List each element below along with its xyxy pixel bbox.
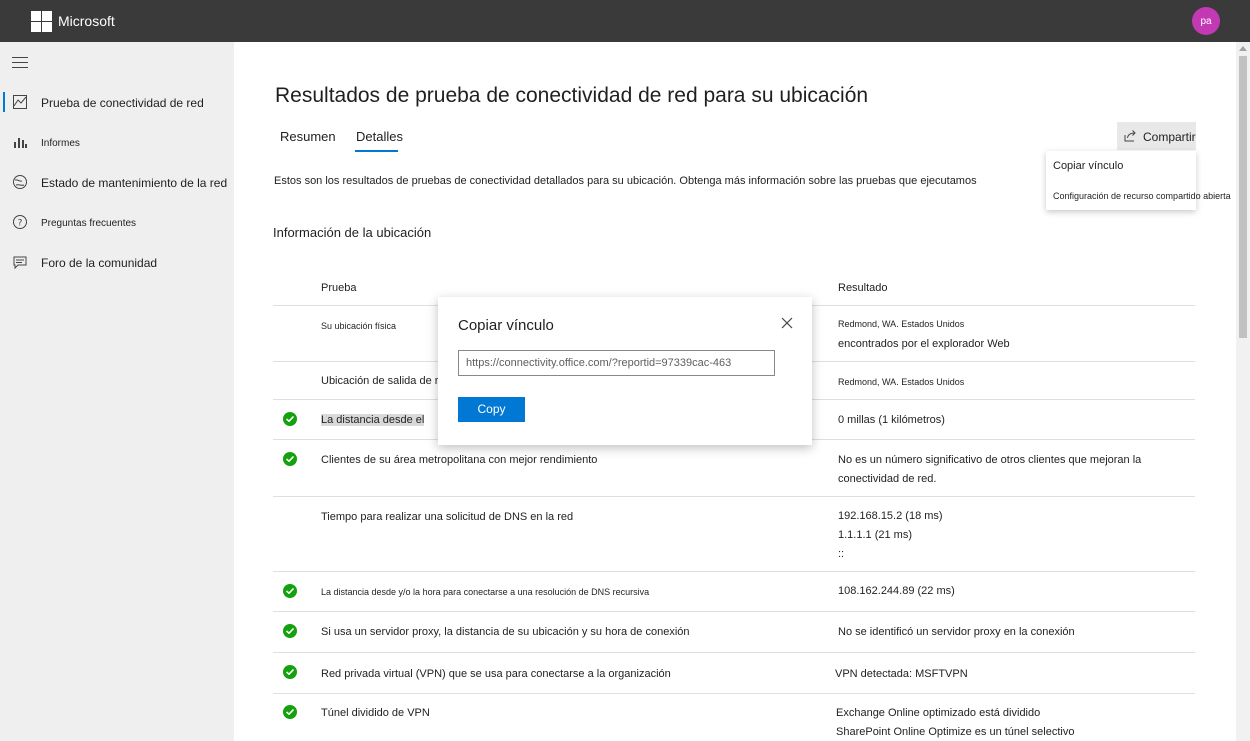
test-name: Clientes de su área metropolitana con me… — [321, 454, 598, 466]
active-tab-indicator — [355, 150, 398, 152]
hamburger-menu-icon[interactable] — [12, 57, 28, 69]
microsoft-logo[interactable] — [31, 11, 52, 32]
test-result: No es un número significativo de otros c… — [838, 454, 1141, 492]
row-divider — [273, 611, 1195, 612]
highlighted-text: La distancia desde el — [321, 414, 425, 426]
row-divider — [273, 496, 1195, 497]
close-icon[interactable] — [781, 317, 793, 329]
result-line: SharePoint Online Optimize es un túnel s… — [836, 726, 1075, 738]
checkmark-icon — [283, 452, 297, 466]
result-line: 192.168.15.2 (18 ms) — [838, 510, 943, 522]
sidebar-item-label: Informes — [41, 138, 80, 149]
checkmark-icon — [283, 665, 297, 679]
sidebar-item-label: Foro de la comunidad — [41, 256, 158, 270]
tab-details[interactable]: Detalles — [356, 129, 403, 144]
test-result: 0 millas (1 kilómetros) — [838, 414, 945, 426]
result-line: Exchange Online optimizado está dividido — [836, 707, 1041, 719]
link-url-field[interactable] — [458, 350, 775, 376]
sidebar-item-label: Preguntas frecuentes — [41, 218, 137, 229]
copy-button[interactable]: Copy — [458, 397, 525, 422]
sidebar-item-faq[interactable]: ? Preguntas frecuentes — [0, 208, 234, 238]
scrollbar[interactable] — [1236, 42, 1250, 741]
bar-chart-icon — [14, 138, 27, 148]
result-line: Redmond, WA. Estados Unidos — [838, 319, 965, 329]
test-result: 192.168.15.2 (18 ms) 1.1.1.1 (21 ms) :: — [838, 510, 943, 567]
menu-item-copy-link[interactable]: Copiar vínculo — [1053, 160, 1123, 172]
share-button-label: Compartir — [1143, 130, 1196, 144]
result-line: conectividad de red. — [838, 473, 937, 485]
page-title: Resultados de prueba de conectividad de … — [275, 84, 869, 107]
result-line: 1.1.1.1 (21 ms) — [838, 529, 912, 541]
sidebar-item-label: Estado de mantenimiento de la red — [41, 176, 228, 190]
test-name: Tiempo para realizar una solicitud de DN… — [321, 511, 574, 523]
top-bar: Microsoft pa — [0, 0, 1250, 42]
globe-icon — [13, 175, 27, 189]
row-divider — [273, 693, 1195, 694]
test-result: Exchange Online optimizado está dividido… — [836, 707, 1074, 741]
test-result: Redmond, WA. Estados Unidos encontrados … — [838, 319, 1010, 357]
checkmark-icon — [283, 412, 297, 426]
active-indicator — [3, 92, 5, 112]
scrollbar-thumb[interactable] — [1239, 56, 1247, 338]
share-menu: Copiar vínculo Configuración de recurso … — [1046, 151, 1231, 210]
share-icon — [1124, 130, 1136, 142]
test-result: Redmond, WA. Estados Unidos — [838, 377, 965, 387]
help-circle-icon: ? — [13, 215, 27, 229]
test-name: Su ubicación física — [321, 321, 397, 331]
checkmark-icon — [283, 584, 297, 598]
scroll-up-arrow-icon[interactable] — [1239, 46, 1247, 51]
tab-summary[interactable]: Resumen — [280, 129, 336, 144]
checkmark-icon — [283, 705, 297, 719]
menu-item-open-share-settings[interactable]: Configuración de recurso compartido abie… — [1053, 191, 1231, 201]
sidebar-item-network-health[interactable]: Estado de mantenimiento de la red — [0, 168, 234, 198]
sidebar-item-label: Prueba de conectividad de red — [41, 96, 204, 110]
row-divider — [273, 571, 1195, 572]
column-header-test: Prueba — [321, 282, 357, 294]
result-line: :: — [838, 548, 845, 560]
intro-text: Estos son los resultados de pruebas de c… — [274, 175, 977, 187]
column-header-result: Resultado — [838, 282, 888, 294]
copy-link-dialog: Copiar vínculo Copy — [438, 297, 812, 445]
test-name: Red privada virtual (VPN) que se usa par… — [321, 668, 671, 680]
test-result: No se identificó un servidor proxy en la… — [838, 626, 1075, 638]
sidebar-item-reports[interactable]: Informes — [0, 128, 234, 158]
svg-text:?: ? — [18, 219, 23, 229]
dialog-title: Copiar vínculo — [458, 317, 554, 334]
test-result: 108.162.244.89 (22 ms) — [838, 585, 955, 597]
test-name: Si usa un servidor proxy, la distancia d… — [321, 626, 690, 638]
test-name: Ubicación de salida de red — [321, 375, 451, 387]
sidebar: Prueba de conectividad de red Informes E… — [0, 42, 234, 741]
result-line: No es un número significativo de otros c… — [838, 454, 1142, 466]
test-name: La distancia desde el — [321, 414, 425, 426]
test-name: La distancia desde y/o la hora para cone… — [321, 587, 650, 597]
checkmark-icon — [283, 624, 297, 638]
sidebar-item-connectivity-test[interactable]: Prueba de conectividad de red — [0, 88, 234, 118]
section-title: Información de la ubicación — [273, 225, 432, 240]
chart-area-icon — [13, 95, 27, 109]
row-divider — [273, 652, 1195, 653]
test-name: Túnel dividido de VPN — [321, 707, 430, 719]
test-result: VPN detectada: MSFTVPN — [835, 668, 968, 680]
share-button[interactable]: Compartir — [1117, 122, 1196, 150]
sidebar-item-community-forum[interactable]: Foro de la comunidad — [0, 248, 234, 278]
avatar[interactable]: pa — [1192, 7, 1220, 35]
result-line: encontrados por el explorador Web — [838, 338, 1010, 350]
brand-name[interactable]: Microsoft — [58, 13, 115, 29]
chat-icon — [13, 256, 27, 270]
